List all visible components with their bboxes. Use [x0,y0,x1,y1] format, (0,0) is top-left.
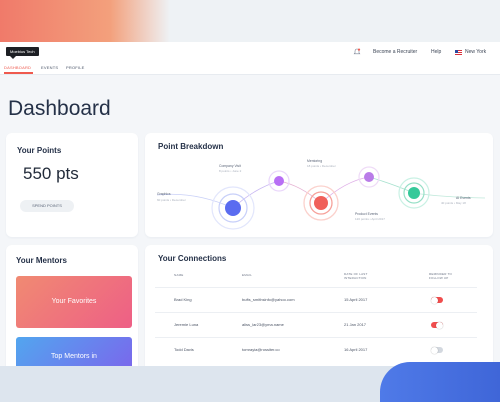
sub-navigation: DASHBOARD EVENTS PROFILE [0,62,500,75]
spend-points-button[interactable]: SPEND POINTS [20,200,74,212]
background-accent-bottom [380,362,500,402]
mentor-tile-top-mentors[interactable]: Top Mentors in [16,337,132,366]
mentor-tile-favorites[interactable]: Your Favorites [16,276,132,328]
connection-name: Brad King [174,297,192,302]
tab-profile[interactable]: PROFILE [66,65,85,71]
help-link[interactable]: Help [431,48,441,56]
connector-line [413,192,486,199]
logo[interactable]: Moebius Tech [6,47,39,59]
svg-text:Company Visit: Company Visit [219,164,241,168]
app-window: Moebius Tech Become a Recruiter Help New… [0,42,500,366]
svg-text:60 points • December: 60 points • December [157,198,186,202]
node-graphics[interactable]: Graphics 60 points • December [157,186,255,230]
points-title: Your Points [17,146,62,155]
location-selector[interactable]: New York [465,48,486,56]
svg-text:Graphics: Graphics [157,192,171,196]
svg-text:8 points • June 2: 8 points • June 2 [219,169,242,173]
connection-name: Todd Davis [174,347,194,352]
points-value: 550 pts [23,164,79,183]
bell-icon[interactable] [353,48,361,56]
connection-name: Jeremie Luna [174,322,199,327]
top-bar: Moebius Tech Become a Recruiter Help New… [0,42,500,62]
connection-email[interactable]: aliss_lar23@yma.name [242,322,284,328]
reminder-toggle[interactable] [431,321,443,329]
reminder-toggle[interactable] [431,296,443,304]
connector-line [232,180,280,209]
background-gradient-top [0,0,500,42]
svg-text:120 points • April 2017: 120 points • April 2017 [355,217,385,221]
connection-date: 16 April 2017 [344,347,368,352]
connections-title: Your Connections [158,254,227,263]
reminder-toggle[interactable] [431,346,443,354]
connector-line [320,176,370,204]
breakdown-visualization: Graphics 60 points • December Company Vi… [156,159,486,230]
mentors-card: Your Mentors Your Favorites Top Mentors … [6,245,138,366]
active-tab-indicator [4,72,33,74]
connection-date: 15 April 2017 [344,297,368,302]
column-header-name: NAME [174,273,184,277]
column-header-date: DATE OF LAST INTERACTION [344,272,368,280]
tab-dashboard[interactable]: DASHBOARD [4,65,31,71]
svg-text:40 points • May 18: 40 points • May 18 [441,201,466,205]
tab-events[interactable]: EVENTS [41,65,58,71]
mentors-title: Your Mentors [16,256,67,265]
table-row[interactable]: Todd Davis tomrayia@rossiter.co 16 April… [155,337,477,363]
table-row[interactable]: Brad King bufts_smithsinfo@yahoo.com 15 … [155,287,477,313]
node-mentoring[interactable]: Mentoring 18 points • December [307,159,380,188]
node-product-events[interactable]: Product Events 120 points • April 2017 [303,185,385,221]
us-flag-icon [455,50,462,55]
connector-line [278,180,322,204]
connection-email[interactable]: bufts_smithsinfo@yahoo.com [242,297,295,303]
column-header-reminder: REMINDER TO FOLLOW UP [429,272,453,280]
svg-text:Product Events: Product Events [355,212,378,216]
connections-card: Your Connections NAME EMAIL DATE OF LAST… [145,245,493,366]
svg-text:AI Events: AI Events [456,196,471,200]
connection-date: 21 Jan 2017 [344,322,367,327]
become-recruiter-link[interactable]: Become a Recruiter [373,48,417,56]
svg-text:Mentoring: Mentoring [307,159,322,163]
point-breakdown-card: Point Breakdown Graphics 60 points • Dec… [145,133,493,237]
connection-email[interactable]: tomrayia@rossiter.co [242,347,280,353]
column-header-email: EMAIL [242,273,253,277]
points-card: Your Points 550 pts SPEND POINTS [6,133,138,237]
node-ai-events[interactable]: AI Events 40 points • May 18 [398,177,471,209]
table-row[interactable]: Jeremie Luna aliss_lar23@yma.name 21 Jan… [155,312,477,338]
svg-text:18 points • December: 18 points • December [307,164,336,168]
page-title: Dashboard [8,97,111,120]
